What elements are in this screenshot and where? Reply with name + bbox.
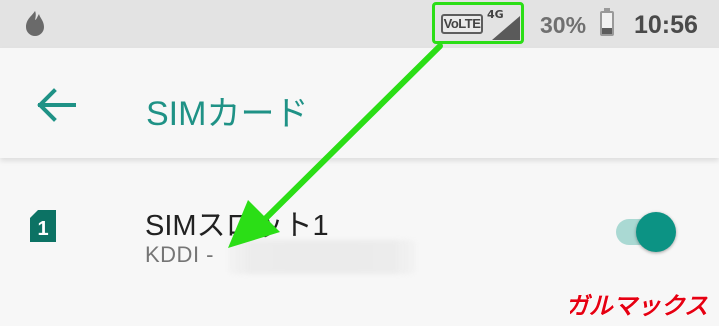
arrow-back-icon[interactable] (34, 87, 78, 123)
sim-slot-subtitle: KDDI - (145, 242, 214, 267)
sim-slot-toggle[interactable] (614, 212, 684, 252)
volte-highlight-box (432, 2, 524, 44)
sim-slot-item[interactable]: 1 SIMスロット1 KDDI - (0, 190, 719, 290)
sim-slot-title: SIMスロット1 (145, 210, 329, 242)
redacted-phone-number (228, 240, 416, 274)
toggle-thumb (636, 212, 676, 252)
battery-percent: 30% (540, 12, 587, 38)
sim-slot-badge: 1 (37, 218, 48, 240)
svg-text:ガルマックス: ガルマックス (570, 292, 708, 320)
toolbar: SIMカード (0, 48, 719, 158)
status-bar: VoLTE 4G 30% 10:56 (0, 0, 719, 48)
sim-card-icon: 1 (30, 210, 56, 242)
app-notification-icon (26, 11, 44, 36)
battery-icon (600, 8, 614, 36)
battery-level-fill (602, 27, 612, 34)
page-title: SIMカード (146, 95, 309, 133)
watermark-logo: ガルマックス (570, 292, 709, 321)
clock: 10:56 (634, 11, 698, 39)
